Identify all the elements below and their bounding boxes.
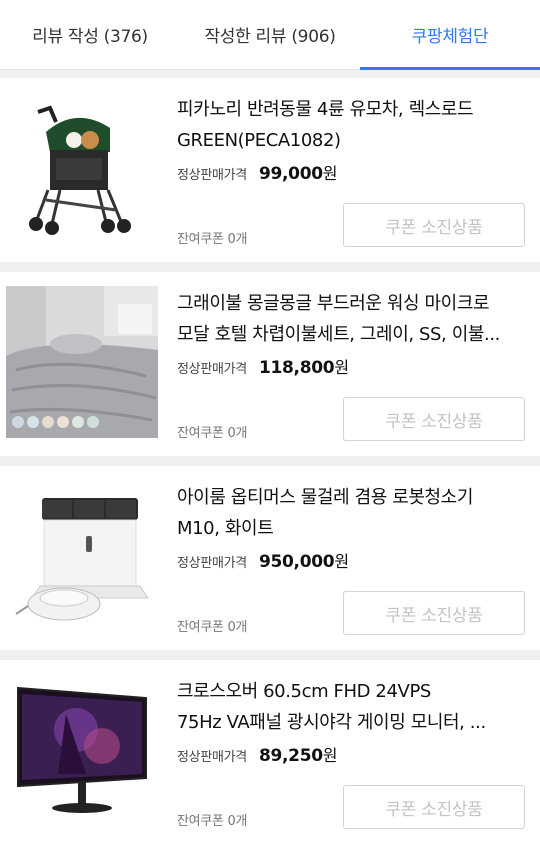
product-name-line2: GREEN(PECA1082)	[177, 130, 341, 151]
product-name-line2: 75Hz VA패널 광시야각 게이밍 모니터, ...	[177, 712, 486, 733]
list-item[interactable]: 그래이불 몽글몽글 부드러운 워싱 마이크로 모달 호텔 차렵이불세트, 그레이…	[0, 272, 540, 456]
price-row: 정상판매가격 89,250 원	[177, 742, 338, 766]
price-row: 정상판매가격 950,000 원	[177, 548, 349, 572]
coupon-soldout-button[interactable]: 쿠폰 소진상품	[343, 591, 525, 635]
coupon-soldout-button[interactable]: 쿠폰 소진상품	[343, 785, 525, 829]
tab-coupang-experience[interactable]: 쿠팡체험단	[360, 0, 540, 70]
divider	[0, 456, 540, 466]
list-item[interactable]: 아이룸 옵티머스 물걸레 겸용 로봇청소기 M10, 화이트 정상판매가격 95…	[0, 466, 540, 650]
tab-written-reviews[interactable]: 작성한 리뷰 (906)	[180, 0, 360, 69]
tab-bar: 리뷰 작성 (376) 작성한 리뷰 (906) 쿠팡체험단	[0, 0, 540, 70]
robot-vacuum-image	[6, 480, 158, 632]
list-item[interactable]: 크로스오버 60.5cm FHD 24VPS 75Hz VA패널 광시야각 게이…	[0, 660, 540, 844]
divider	[0, 650, 540, 660]
product-name-line1: 그래이불 몽글몽글 부드러운 워싱 마이크로	[177, 293, 490, 314]
coupon-soldout-button[interactable]: 쿠폰 소진상품	[343, 203, 525, 247]
price-label: 정상판매가격	[177, 556, 247, 571]
list-item[interactable]: 피카노리 반려동물 4륜 유모차, 렉스로드 GREEN(PECA1082) 정…	[0, 78, 540, 262]
price-row: 정상판매가격 118,800 원	[177, 354, 349, 378]
remaining-coupons: 잔여쿠폰 0개	[177, 232, 248, 247]
product-name-line1: 피카노리 반려동물 4륜 유모차, 렉스로드	[177, 99, 474, 120]
bedding-image	[6, 286, 158, 438]
currency-label: 원	[322, 164, 338, 183]
price-value: 118,800	[258, 358, 335, 378]
currency-label: 원	[334, 358, 350, 377]
price-value: 950,000	[258, 552, 335, 572]
price-row: 정상판매가격 99,000 원	[177, 160, 338, 184]
pet-stroller-image	[6, 92, 158, 244]
product-name[interactable]: 피카노리 반려동물 4륜 유모차, 렉스로드 GREEN(PECA1082)	[177, 94, 527, 156]
currency-label: 원	[322, 746, 338, 765]
currency-label: 원	[334, 552, 350, 571]
price-label: 정상판매가격	[177, 750, 247, 765]
product-name[interactable]: 그래이불 몽글몽글 부드러운 워싱 마이크로 모달 호텔 차렵이불세트, 그레이…	[177, 288, 527, 350]
coupon-soldout-button[interactable]: 쿠폰 소진상품	[343, 397, 525, 441]
remaining-coupons: 잔여쿠폰 0개	[177, 426, 248, 441]
price-value: 89,250	[258, 746, 323, 766]
remaining-coupons: 잔여쿠폰 0개	[177, 620, 248, 635]
divider	[0, 262, 540, 272]
price-value: 99,000	[258, 164, 323, 184]
tab-write-review[interactable]: 리뷰 작성 (376)	[0, 0, 180, 69]
price-label: 정상판매가격	[177, 362, 247, 377]
price-label: 정상판매가격	[177, 168, 247, 183]
monitor-image	[6, 674, 158, 826]
product-name-line2: M10, 화이트	[177, 518, 274, 539]
divider	[0, 70, 540, 78]
product-name-line1: 아이룸 옵티머스 물걸레 겸용 로봇청소기	[177, 487, 474, 508]
product-list: 피카노리 반려동물 4륜 유모차, 렉스로드 GREEN(PECA1082) 정…	[0, 70, 540, 844]
product-name-line1: 크로스오버 60.5cm FHD 24VPS	[177, 681, 431, 702]
remaining-coupons: 잔여쿠폰 0개	[177, 814, 248, 829]
product-name[interactable]: 크로스오버 60.5cm FHD 24VPS 75Hz VA패널 광시야각 게이…	[177, 676, 527, 738]
product-name[interactable]: 아이룸 옵티머스 물걸레 겸용 로봇청소기 M10, 화이트	[177, 482, 527, 544]
product-name-line2: 모달 호텔 차렵이불세트, 그레이, SS, 이불...	[177, 324, 500, 345]
